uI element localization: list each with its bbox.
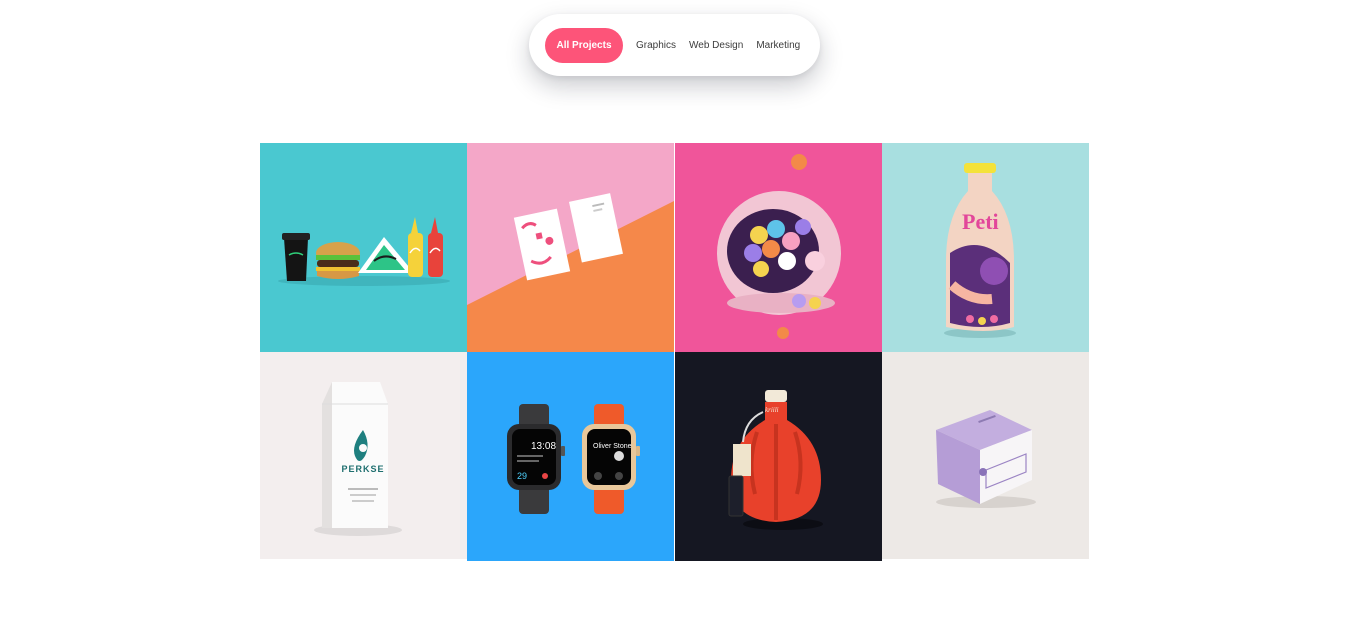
juice-bottle-image: Peti (882, 143, 1089, 352)
smartwatch-image: 13:08 29 Oliver Stone (467, 352, 674, 561)
filter-graphics[interactable]: Graphics (636, 40, 676, 51)
filter-all-projects[interactable]: All Projects (545, 27, 623, 63)
carton-brand-text: PERKSE (341, 464, 384, 474)
astronaut-helmet-image (675, 143, 882, 352)
portfolio-item-red-bottle[interactable]: kriili (675, 352, 882, 561)
red-bottle-label-text: kriili (765, 406, 779, 414)
portfolio-item-business-cards[interactable] (467, 143, 674, 352)
portfolio-filter-bar: All Projects Graphics Web Design Marketi… (529, 14, 820, 76)
watch-time-text: 13:08 (531, 441, 556, 452)
bottle-brand-text: Peti (962, 209, 999, 234)
red-bottle-image: kriili (675, 352, 882, 561)
filter-web-design[interactable]: Web Design (689, 40, 743, 51)
watch-temp-text: 29 (517, 471, 527, 481)
portfolio-item-burger-branding[interactable] (260, 143, 467, 352)
business-cards-image (467, 143, 674, 352)
portfolio-section: All Projects Graphics Web Design Marketi… (0, 0, 1348, 619)
milk-carton-image: PERKSE (260, 352, 467, 559)
lavender-box-image (882, 352, 1089, 559)
filter-marketing[interactable]: Marketing (756, 40, 800, 51)
portfolio-item-astronaut-helmet[interactable] (675, 143, 882, 352)
portfolio-item-milk-carton[interactable]: PERKSE (260, 352, 467, 559)
portfolio-item-smartwatch[interactable]: 13:08 29 Oliver Stone (467, 352, 674, 561)
portfolio-grid: Peti PERKSE 13:08 29 Oliver Stone kriili (260, 143, 1089, 561)
portfolio-item-lavender-box[interactable] (882, 352, 1089, 559)
watch-contact-text: Oliver Stone (593, 443, 632, 450)
burger-branding-image (260, 143, 467, 352)
portfolio-item-juice-bottle[interactable]: Peti (882, 143, 1089, 352)
